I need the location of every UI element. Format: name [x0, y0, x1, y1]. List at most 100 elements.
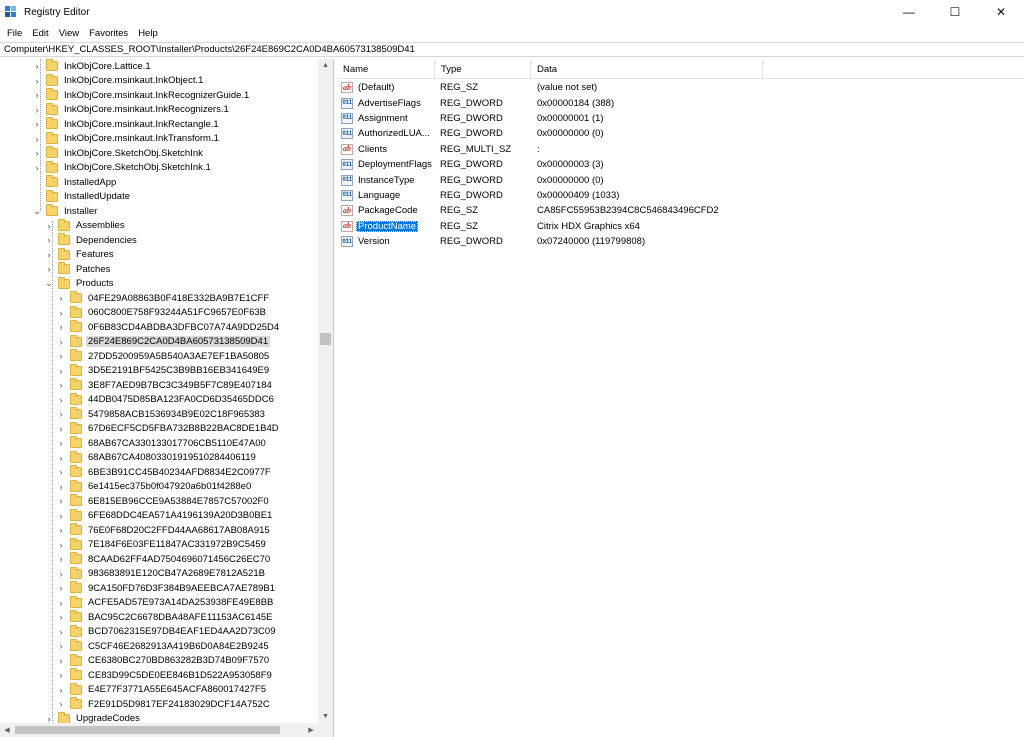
address-bar[interactable]: Computer\HKEY_CLASSES_ROOT\Installer\Pro…: [0, 42, 1024, 57]
tree-item[interactable]: › InkObjCore.msinkaut.InkTransform.1: [0, 131, 318, 147]
scroll-left-arrow-icon[interactable]: ◀: [0, 723, 14, 737]
value-row[interactable]: 011 AuthorizedLUA... REG_DWORD 0x00000000 (…: [337, 126, 719, 141]
scroll-down-arrow-icon[interactable]: ▼: [318, 710, 333, 723]
collapsed-chevron-icon[interactable]: ›: [32, 163, 42, 173]
tree-item[interactable]: › InkObjCore.msinkaut.InkRecognizerGuide.…: [0, 88, 318, 103]
collapsed-chevron-icon[interactable]: ›: [44, 250, 54, 260]
collapsed-chevron-icon[interactable]: ›: [56, 467, 66, 477]
tree-item[interactable]: › BCD7062315E97DB4EAF1ED4AA2D73C09: [0, 624, 318, 640]
tree-item[interactable]: › 8CAAD62FF4AD7504696071456C26EC70: [0, 552, 318, 567]
collapsed-chevron-icon[interactable]: ›: [56, 685, 66, 695]
collapsed-chevron-icon[interactable]: ›: [56, 511, 66, 521]
collapsed-chevron-icon[interactable]: ›: [56, 366, 66, 376]
collapsed-chevron-icon[interactable]: ›: [56, 351, 66, 361]
tree-item[interactable]: › Assemblies: [0, 218, 318, 234]
tree-item[interactable]: › 0F6B83CD4ABDBA3DFBC07A74A9DD25D4: [0, 320, 318, 335]
tree-item[interactable]: InstalledUpdate: [0, 189, 318, 205]
tree-item[interactable]: › InkObjCore.msinkaut.InkObject.1: [0, 73, 318, 89]
tree-item[interactable]: › F2E91D5D9817EF24183029DCF14A752C: [0, 697, 318, 712]
tree-item[interactable]: › 04FE29A08863B0F418E332BA9B7E1CFF: [0, 291, 318, 306]
value-name-cell[interactable]: 011 Version: [337, 236, 435, 248]
tree-item[interactable]: › InkObjCore.SketchObj.SketchInk: [0, 146, 318, 161]
collapsed-chevron-icon[interactable]: ›: [56, 409, 66, 419]
collapsed-chevron-icon[interactable]: ›: [56, 699, 66, 709]
value-name-cell[interactable]: 011 DeploymentFlags: [337, 159, 435, 171]
tree-item[interactable]: › 3D5E2191BF5425C3B9BB16EB341649E9: [0, 363, 318, 379]
value-row[interactable]: 011 Assignment REG_DWORD 0x00000001 (1): [337, 111, 719, 126]
value-row[interactable]: 011 Language REG_DWORD 0x00000409 (1033): [337, 188, 719, 203]
tree-item[interactable]: ⌄ Installer: [0, 204, 318, 219]
tree-item[interactable]: InstalledApp: [0, 175, 318, 190]
collapsed-chevron-icon[interactable]: ›: [56, 395, 66, 405]
collapsed-chevron-icon[interactable]: ›: [32, 119, 42, 129]
values-pane[interactable]: Name Type Data ab (Default) REG_SZ (value n…: [337, 59, 1024, 737]
value-name-cell[interactable]: ab Clients: [337, 143, 435, 155]
tree-item[interactable]: › 26F24E869C2CA0D4BA60573138509D41: [0, 334, 318, 350]
tree-item[interactable]: › BAC95C2C6678DBA48AFE11153AC6145E: [0, 610, 318, 625]
tree-item[interactable]: › 6FE68DDC4EA571A4196139A20D3B0BE1: [0, 508, 318, 524]
value-row[interactable]: 011 Version REG_DWORD 0x07240000 (119799808…: [337, 234, 719, 249]
collapsed-chevron-icon[interactable]: ›: [56, 308, 66, 318]
collapsed-chevron-icon[interactable]: ›: [32, 61, 42, 71]
tree-item[interactable]: › Dependencies: [0, 233, 318, 248]
collapsed-chevron-icon[interactable]: ›: [56, 453, 66, 463]
minimize-button[interactable]: —: [886, 0, 932, 24]
collapsed-chevron-icon[interactable]: ›: [32, 134, 42, 144]
tree-item[interactable]: › 9CA150FD76D3F384B9AEEBCA7AE789B1: [0, 581, 318, 596]
collapsed-chevron-icon[interactable]: ›: [56, 554, 66, 564]
tree-item[interactable]: › 27DD5200959A5B540A3AE7EF1BA50805: [0, 349, 318, 364]
tree-vertical-scrollbar[interactable]: ▲ ▼: [318, 59, 333, 723]
tree-item[interactable]: › CE83D99C5DE0EE846B1D522A953058F9: [0, 668, 318, 683]
tree-item[interactable]: › 68AB67CA40803301919510284406119: [0, 450, 318, 466]
value-name-cell[interactable]: ab PackageCode: [337, 205, 435, 217]
close-button[interactable]: ✕: [978, 0, 1024, 24]
value-row[interactable]: ab (Default) REG_SZ (value not set): [337, 80, 719, 95]
menu-edit[interactable]: Edit: [27, 28, 53, 39]
collapsed-chevron-icon[interactable]: ›: [56, 641, 66, 651]
column-header-name[interactable]: Name: [337, 59, 435, 79]
collapsed-chevron-icon[interactable]: ›: [56, 496, 66, 506]
tree-item[interactable]: › Patches: [0, 262, 318, 277]
tree-horizontal-scrollbar[interactable]: ◀ ▶: [0, 723, 318, 737]
collapsed-chevron-icon[interactable]: ›: [56, 424, 66, 434]
collapsed-chevron-icon[interactable]: ›: [56, 337, 66, 347]
value-row[interactable]: ab Clients REG_MULTI_SZ:: [337, 142, 719, 157]
key-tree-pane[interactable]: › InkObjCore.Lattice.1 › InkObjCore.msinkau…: [0, 59, 334, 737]
collapsed-chevron-icon[interactable]: ›: [44, 221, 54, 231]
tree-item[interactable]: › 68AB67CA330133017706CB5110E47A00: [0, 436, 318, 451]
collapsed-chevron-icon[interactable]: ›: [56, 438, 66, 448]
tree-item[interactable]: › 060C800E758F93244A51FC9657E0F63B: [0, 305, 318, 321]
collapsed-chevron-icon[interactable]: ›: [32, 148, 42, 158]
value-row[interactable]: 011 InstanceType REG_DWORD 0x00000000 (0): [337, 172, 719, 187]
scroll-thumb[interactable]: [320, 333, 331, 345]
collapsed-chevron-icon[interactable]: ›: [56, 627, 66, 637]
value-name-cell[interactable]: 011 InstanceType: [337, 174, 435, 186]
tree-item[interactable]: › InkObjCore.SketchObj.SketchInk.1: [0, 160, 318, 176]
address-path[interactable]: Computer\HKEY_CLASSES_ROOT\Installer\Pro…: [4, 44, 415, 55]
value-row[interactable]: 011 AdvertiseFlags REG_DWORD 0x00000184 (38…: [337, 95, 719, 110]
menu-favorites[interactable]: Favorites: [84, 28, 133, 39]
value-name-cell[interactable]: 011 Assignment: [337, 112, 435, 124]
tree-item[interactable]: ⌄ Products: [0, 276, 318, 292]
collapsed-chevron-icon[interactable]: ›: [56, 322, 66, 332]
column-header-data[interactable]: Data: [531, 59, 763, 79]
value-name-cell[interactable]: ab (Default): [337, 82, 435, 94]
collapsed-chevron-icon[interactable]: ›: [56, 670, 66, 680]
collapsed-chevron-icon[interactable]: ›: [44, 235, 54, 245]
tree-item[interactable]: › 6E815EB96CCE9A53884E7857C57002F0: [0, 494, 318, 509]
tree-item[interactable]: › C5CF46E2682913A419B6D0A84E2B9245: [0, 639, 318, 654]
menu-view[interactable]: View: [54, 28, 84, 39]
expanded-chevron-icon[interactable]: ⌄: [44, 278, 54, 289]
collapsed-chevron-icon[interactable]: ›: [56, 525, 66, 535]
value-row[interactable]: ab PackageCode REG_SZ CA85FC55953B2394C8C54…: [337, 203, 719, 218]
collapsed-chevron-icon[interactable]: ›: [56, 482, 66, 492]
scroll-right-arrow-icon[interactable]: ▶: [304, 723, 318, 737]
collapsed-chevron-icon[interactable]: ›: [56, 293, 66, 303]
collapsed-chevron-icon[interactable]: ›: [32, 90, 42, 100]
collapsed-chevron-icon[interactable]: ›: [56, 583, 66, 593]
tree-item[interactable]: › 6BE3B91CC45B40234AFD8834E2C0977F: [0, 465, 318, 480]
menu-help[interactable]: Help: [133, 28, 163, 39]
maximize-button[interactable]: ☐: [932, 0, 978, 24]
tree-item[interactable]: › 5479858ACB1536934B9E02C18F965383: [0, 407, 318, 422]
horizontal-scroll-thumb[interactable]: [15, 726, 280, 734]
